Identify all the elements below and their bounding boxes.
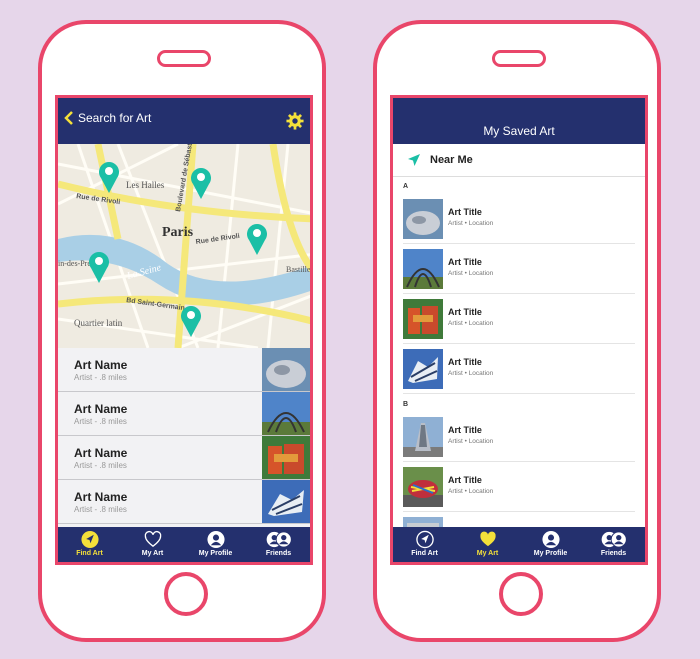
art-title: Art Title [448,357,482,367]
map-pin-icon[interactable] [246,222,268,256]
top-bar: Search for Art [58,98,310,144]
art-thumbnail [403,467,443,507]
location-arrow-icon [408,154,420,166]
location-arrow-icon [415,530,434,549]
art-meta: Artist - .8 miles [74,505,127,514]
chevron-left-icon [64,111,73,125]
page-title: My Saved Art [483,124,555,138]
tab-label: Friends [600,550,627,557]
art-thumbnail [262,392,310,435]
profile-icon [541,530,560,549]
art-thumbnail [403,349,443,389]
my-saved-art-screen: My Saved Art Near Me A Art Title Artist … [390,95,648,565]
near-me-label: Near Me [430,154,473,166]
map-pin-icon[interactable] [88,250,110,284]
friends-icon [266,531,292,548]
art-meta: Artist • Location [448,320,494,327]
heart-icon [479,531,496,547]
find-art-screen: Search for Art Les Halles Rue de Rivoli … [55,95,313,565]
art-thumbnail [403,299,443,339]
art-meta: Artist - .8 miles [74,417,127,426]
tab-my-art[interactable]: My Art [456,527,519,562]
tab-my-art[interactable]: My Art [121,527,184,562]
saved-art-row[interactable]: Art Title Artist • Location [403,462,635,512]
art-title: Art Title [448,307,482,317]
saved-art-row[interactable]: Art Title Artist • Location [403,344,635,394]
tab-my-profile[interactable]: My Profile [519,527,582,562]
tab-friends[interactable]: Friends [247,527,310,562]
art-result-row[interactable]: Art Name Artist - .8 miles [58,392,310,436]
art-meta: Artist • Location [448,488,494,495]
near-me-row[interactable]: Near Me [393,144,645,177]
saved-art-row[interactable]: Art Title Artist • Location [403,412,635,462]
art-result-row[interactable]: Art Name Artist - .8 miles [58,436,310,480]
art-name: Art Name [74,402,128,416]
map-pin-icon[interactable] [190,166,212,200]
back-label: Search for Art [78,111,152,125]
saved-art-row[interactable]: Art Title Artist • Location [403,294,635,344]
art-meta: Artist • Location [448,370,494,377]
map-pin-icon[interactable] [180,304,202,338]
saved-art-row[interactable]: Art Title Artist • Location [403,194,635,244]
art-thumbnail [262,348,310,391]
speaker-slot [492,50,546,67]
tab-label: My Art [141,550,164,557]
tab-bar: Find Art My Art My Profile Friends [393,527,645,562]
art-meta: Artist • Location [448,220,494,227]
saved-art-list: A Art Title Artist • Location Art Title … [393,180,645,530]
speaker-slot [157,50,211,67]
location-arrow-icon [80,530,99,549]
map-label: Quartier latin [74,318,123,328]
phone-frame-left: Search for Art Les Halles Rue de Rivoli … [38,20,326,642]
art-title: Art Title [448,425,482,435]
art-meta: Artist - .8 miles [74,461,127,470]
gear-icon[interactable] [286,112,304,130]
tab-find-art[interactable]: Find Art [393,527,456,562]
art-result-row[interactable]: Art Name Artist - .8 miles [58,348,310,392]
tab-label: Find Art [411,550,438,557]
art-thumbnail [262,480,310,523]
tab-friends[interactable]: Friends [582,527,645,562]
art-meta: Artist • Location [448,270,494,277]
tab-label: My Profile [533,550,568,557]
tab-my-profile[interactable]: My Profile [184,527,247,562]
home-button[interactable] [164,572,208,616]
tab-label: Find Art [76,550,103,557]
paris-map[interactable]: Les Halles Rue de Rivoli Boulevard de Sé… [58,144,310,348]
art-meta: Artist • Location [448,438,494,445]
art-name: Art Name [74,446,128,460]
art-title: Art Title [448,257,482,267]
art-result-row[interactable]: Art Name Artist - .8 miles [58,480,310,524]
art-thumbnail [403,249,443,289]
art-name: Art Name [74,358,128,372]
art-title: Art Title [448,207,482,217]
tab-bar: Find Art My Art My Profile Friends [58,527,310,562]
art-name: Art Name [74,490,128,504]
tab-label: My Profile [198,550,233,557]
map-label: Les Halles [126,180,165,190]
tab-label: Friends [265,550,292,557]
profile-icon [206,530,225,549]
section-header: A [403,183,409,190]
saved-art-row[interactable]: Art Title Artist • Location [403,244,635,294]
tab-label: My Art [476,550,499,557]
map-label: Bastille [286,265,310,274]
section-header: B [403,401,409,408]
heart-icon [144,530,161,547]
back-button[interactable]: Search for Art [64,111,151,125]
friends-icon [601,531,627,548]
art-results-list: Art Name Artist - .8 miles Art Name Arti… [58,348,310,531]
art-title: Art Title [448,475,482,485]
art-thumbnail [403,417,443,457]
art-meta: Artist - .8 miles [74,373,127,382]
top-bar: My Saved Art [393,98,645,144]
phone-frame-right: My Saved Art Near Me A Art Title Artist … [373,20,661,642]
tab-find-art[interactable]: Find Art [58,527,121,562]
map-label: Paris [162,225,194,240]
art-thumbnail [403,199,443,239]
home-button[interactable] [499,572,543,616]
art-thumbnail [262,436,310,479]
map-pin-icon[interactable] [98,160,120,194]
